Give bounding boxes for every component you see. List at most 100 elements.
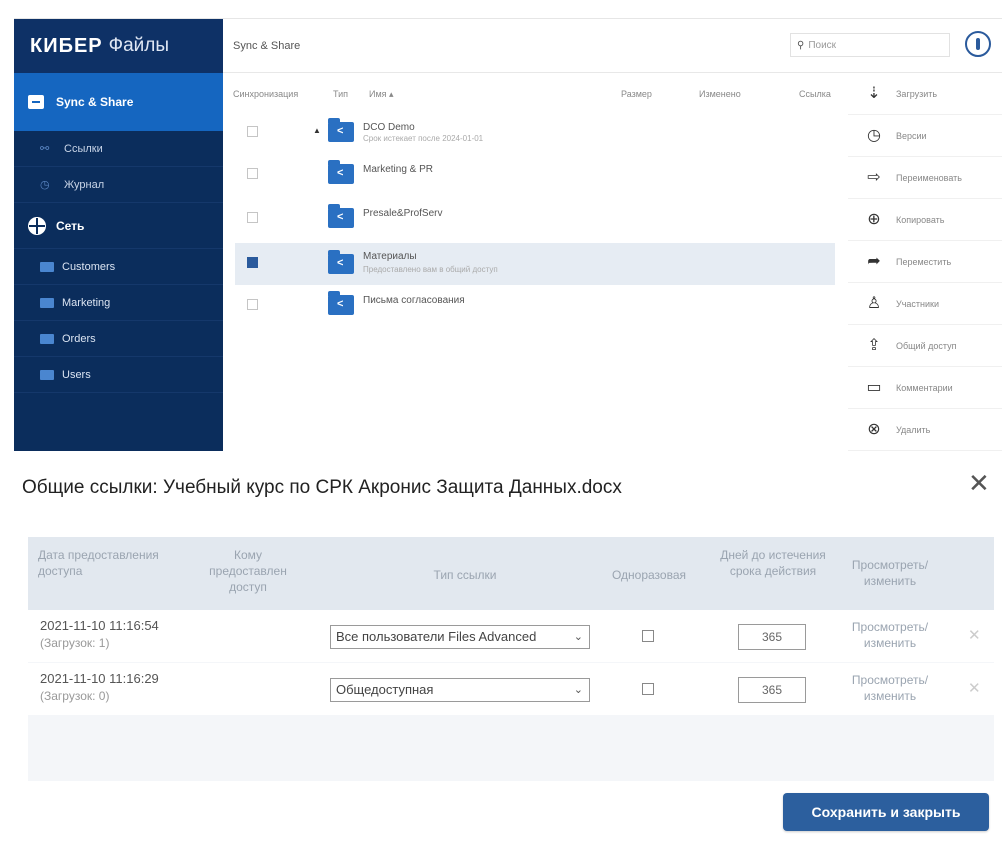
table-row: 2021-11-10 11:16:54 (Загрузок: 1) Все по… — [28, 610, 994, 662]
header-link-type: Тип ссылки — [433, 568, 497, 582]
sidebar-item-sync-share[interactable]: Sync & Share — [14, 73, 223, 131]
row-checkbox[interactable] — [247, 126, 258, 137]
search-placeholder: Поиск — [808, 39, 837, 51]
share-icon: ⇪ — [867, 336, 881, 354]
file-row[interactable]: Marketing & PR — [235, 156, 835, 192]
dialog-title: Общие ссылки: Учебный курс по СРК Акрони… — [22, 477, 622, 498]
delete-link-icon[interactable]: ✕ — [968, 679, 981, 697]
action-copy[interactable]: ⊕ Копировать — [848, 199, 1002, 241]
action-members[interactable]: ♙ Участники — [848, 283, 1002, 325]
view-edit-link[interactable]: Просмотреть/ изменить — [840, 619, 940, 651]
shared-links-table: Дата предоставления доступа Кому предост… — [28, 537, 994, 781]
download-count: (Загрузок: 1) — [40, 636, 110, 650]
shared-folder-icon — [328, 204, 354, 228]
shared-folder-icon — [328, 291, 354, 315]
table-header: Дата предоставления доступа Кому предост… — [28, 537, 994, 610]
action-label: Версии — [896, 130, 927, 141]
header-view: Просмотреть/ изменить — [851, 558, 929, 588]
main-content: Sync & Share ⚲ Поиск Синхронизация Тип И… — [223, 19, 1002, 451]
action-label: Комментарии — [896, 382, 953, 393]
rename-icon: ⇨ — [867, 168, 881, 186]
sidebar-folder-orders[interactable]: Orders — [14, 321, 223, 357]
share-date: 2021-11-10 11:16:29 — [40, 671, 159, 686]
clock-icon: ◷ — [40, 178, 50, 191]
action-move[interactable]: ➦ Переместить — [848, 241, 1002, 283]
sidebar-item-journal[interactable]: ◷ Журнал — [14, 167, 223, 203]
file-row[interactable]: Presale&ProfServ — [235, 200, 835, 236]
column-sync[interactable]: Синхронизация — [233, 89, 298, 99]
days-input[interactable]: 365 — [738, 624, 806, 650]
link-type-value: Все пользователи Files Advanced — [336, 629, 537, 644]
action-label: Удалить — [896, 424, 931, 435]
delete-circle-icon: ⊗ — [867, 420, 881, 438]
sidebar-item-links[interactable]: ⚯ Ссылки — [14, 131, 223, 167]
link-icon: ⚯ — [40, 142, 50, 155]
action-share[interactable]: ⇪ Общий доступ — [848, 325, 1002, 367]
action-upload[interactable]: ⇣ Загрузить — [848, 73, 1002, 115]
breadcrumb-item[interactable]: Sync & Share — [233, 40, 300, 52]
download-count: (Загрузок: 0) — [40, 689, 110, 703]
expand-arrow-icon[interactable]: ▲ — [313, 126, 321, 135]
plus-circle-icon: ⊕ — [867, 210, 881, 228]
search-input[interactable]: ⚲ Поиск — [790, 33, 950, 57]
action-delete[interactable]: ⊗ Удалить — [848, 409, 1002, 451]
header-days: Дней до истечения срока действия — [720, 548, 826, 578]
save-and-close-button[interactable]: Сохранить и закрыть — [783, 793, 989, 831]
action-label: Копировать — [896, 214, 945, 225]
file-name: Presale&ProfServ — [363, 208, 443, 219]
sidebar-folder-customers[interactable]: Customers — [14, 249, 223, 285]
sidebar-folder-users[interactable]: Users — [14, 357, 223, 393]
file-name: Материалы — [363, 251, 417, 262]
row-checkbox[interactable] — [247, 257, 258, 268]
delete-link-icon[interactable]: ✕ — [968, 626, 981, 644]
sidebar-item-label: Orders — [62, 332, 96, 345]
sidebar: КИБЕР Файлы Sync & Share ⚯ Ссылки ◷ Журн… — [14, 19, 223, 451]
column-name[interactable]: Имя ▴ — [369, 89, 394, 100]
sidebar-item-label: Users — [62, 368, 91, 381]
header-onetime: Одноразовая — [611, 568, 687, 582]
column-size[interactable]: Размер — [621, 89, 652, 99]
sidebar-item-network[interactable]: Сеть — [14, 203, 223, 249]
file-name: Marketing & PR — [363, 164, 434, 175]
close-icon[interactable]: ✕ — [968, 470, 990, 496]
sidebar-item-label: Ссылки — [64, 142, 103, 155]
row-checkbox[interactable] — [247, 299, 258, 310]
actions-panel: ⇣ Загрузить ◷ Версии ⇨ Переименовать ⊕ Копир… — [848, 73, 1002, 451]
action-versions[interactable]: ◷ Версии — [848, 115, 1002, 157]
row-checkbox[interactable] — [247, 168, 258, 179]
sync-icon — [28, 95, 44, 109]
header-to-whom: Кому предоставлен доступ — [209, 548, 287, 594]
shared-folder-icon — [328, 250, 354, 274]
file-subtitle: Предоставлено вам в общий доступ — [363, 265, 498, 274]
header-date: Дата предоставления доступа — [38, 548, 159, 578]
file-table-header: Синхронизация Тип Имя ▴ Размер Изменено … — [233, 89, 833, 105]
view-edit-link[interactable]: Просмотреть/ изменить — [840, 672, 940, 704]
file-name: DCO Demo — [363, 122, 415, 133]
file-row-selected[interactable]: Материалы Предоставлено вам в общий дост… — [235, 243, 835, 285]
chevron-down-icon: ⌄ — [573, 631, 583, 643]
sidebar-item-label: Marketing — [62, 296, 111, 309]
row-checkbox[interactable] — [247, 212, 258, 223]
action-label: Переместить — [896, 256, 952, 267]
folder-icon — [40, 369, 54, 380]
onetime-checkbox[interactable] — [642, 683, 654, 695]
column-modified[interactable]: Изменено — [699, 89, 741, 99]
app-window: КИБЕР Файлы Sync & Share ⚯ Ссылки ◷ Журн… — [14, 18, 1002, 451]
user-avatar[interactable] — [965, 31, 991, 57]
file-row[interactable]: Письма согласования — [235, 287, 835, 323]
column-type[interactable]: Тип — [333, 89, 348, 99]
column-link[interactable]: Ссылка — [799, 89, 831, 99]
link-type-value: Общедоступная — [336, 682, 434, 697]
sidebar-item-label: Customers — [62, 260, 116, 273]
sidebar-folder-marketing[interactable]: Marketing — [14, 285, 223, 321]
file-row[interactable]: ▲ DCO Demo Срок истекает после 2024-01-0… — [235, 114, 835, 150]
action-label: Загрузить — [896, 88, 938, 99]
share-date: 2021-11-10 11:16:54 — [40, 618, 159, 633]
action-comments[interactable]: ▭ Комментарии — [848, 367, 1002, 409]
onetime-checkbox[interactable] — [642, 630, 654, 642]
link-type-select[interactable]: Общедоступная ⌄ — [330, 678, 590, 702]
link-type-select[interactable]: Все пользователи Files Advanced ⌄ — [330, 625, 590, 649]
action-rename[interactable]: ⇨ Переименовать — [848, 157, 1002, 199]
sidebar-item-label: Sync & Share — [56, 95, 134, 109]
days-input[interactable]: 365 — [738, 677, 806, 703]
